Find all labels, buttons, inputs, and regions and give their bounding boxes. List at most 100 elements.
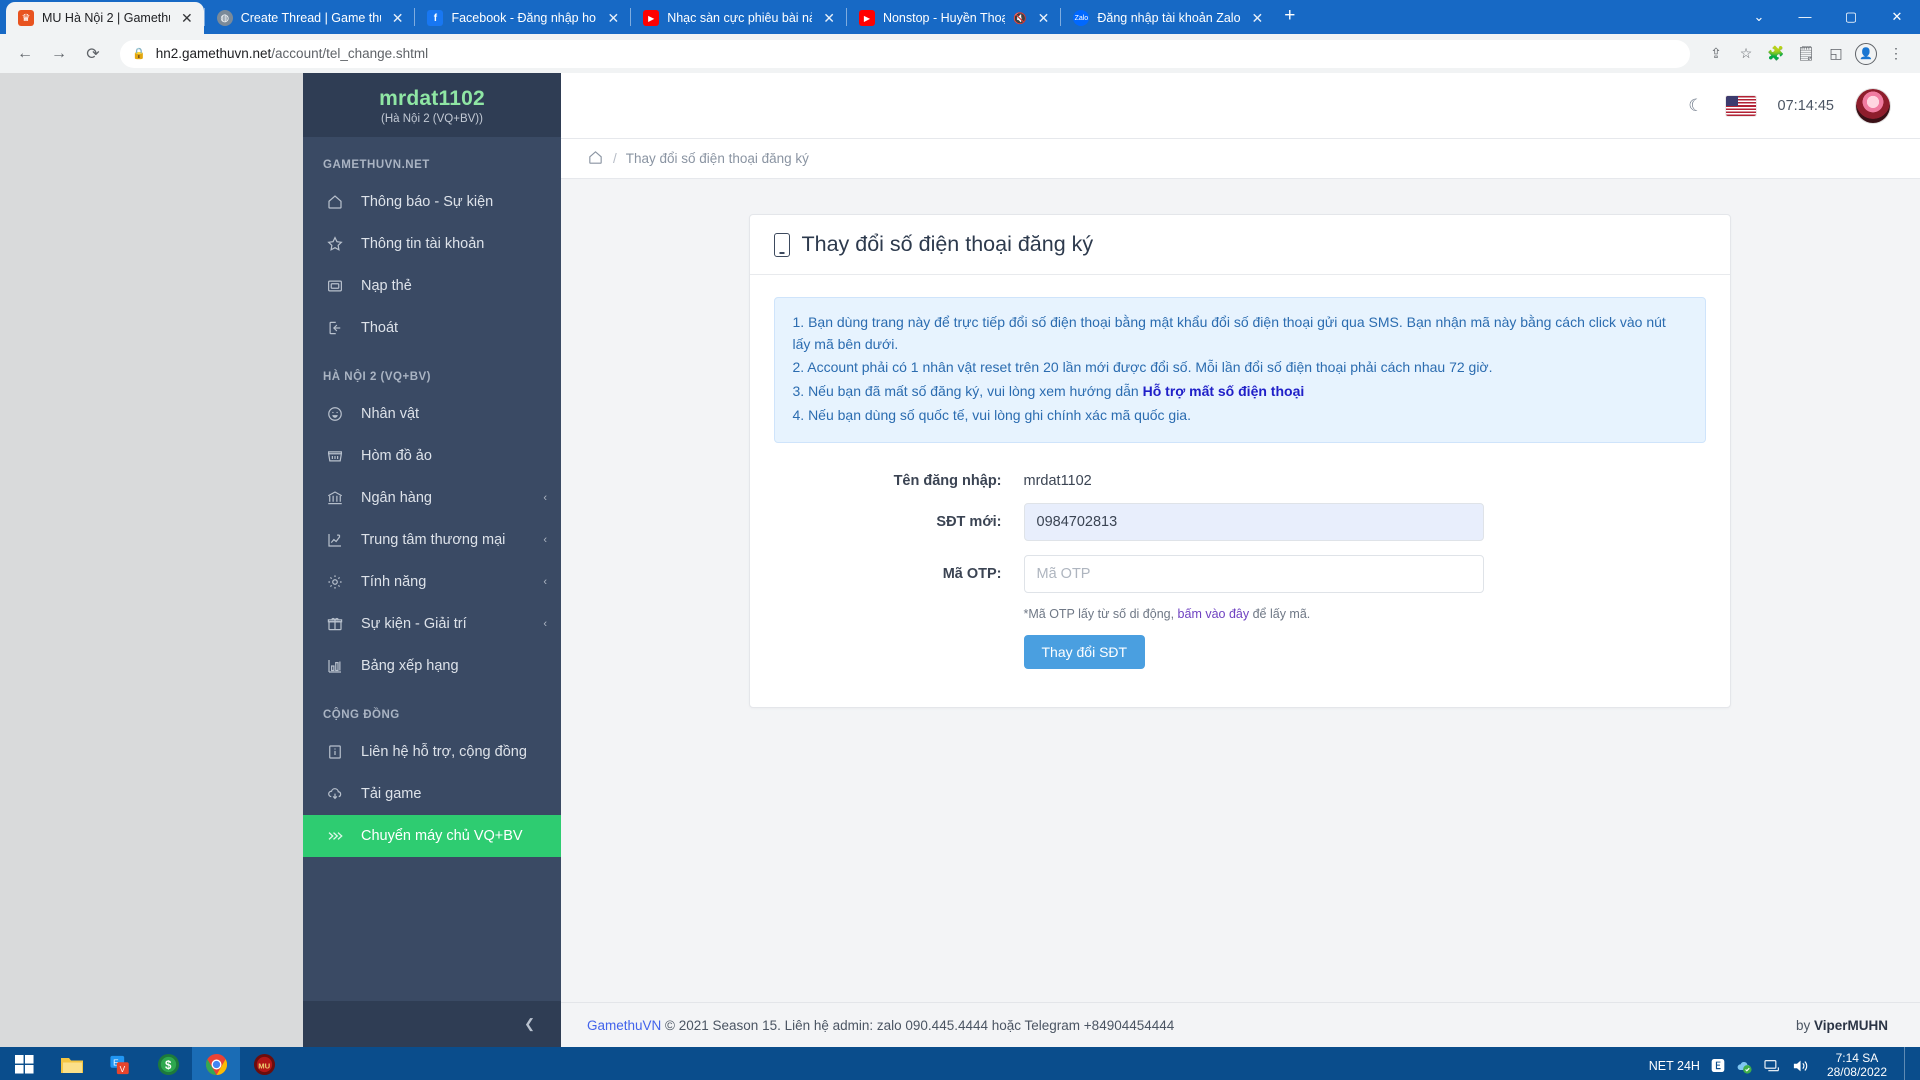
tab-search-chevron-icon[interactable]: ⌄ <box>1736 0 1782 34</box>
usa-flag-icon[interactable] <box>1726 96 1756 116</box>
sidebar-item-tinh-nang[interactable]: Tính năng ‹ <box>303 561 561 603</box>
get-otp-link[interactable]: bấm vào đây <box>1178 607 1250 621</box>
tab-close-button[interactable]: ✕ <box>1249 9 1267 27</box>
footer-brand-link[interactable]: GamethuVN <box>587 1018 661 1033</box>
address-bar[interactable]: 🔒 hn2.gamethuvn.net/account/tel_change.s… <box>120 40 1690 68</box>
lock-icon: 🔒 <box>132 47 146 60</box>
forward-button[interactable]: → <box>44 39 74 69</box>
volume-icon[interactable] <box>1792 1058 1810 1074</box>
reading-list-icon[interactable]: 🗒 <box>1792 40 1820 68</box>
footer-author-name: ViperMUHN <box>1814 1018 1888 1033</box>
ho-tro-mat-so-dien-thoai-link[interactable]: Hỗ trợ mất số điện thoại <box>1143 383 1305 399</box>
tab-close-button[interactable]: ✕ <box>1035 9 1053 27</box>
chart-line-icon <box>325 530 345 550</box>
sidebar-item-nap-the[interactable]: Nạp thẻ <box>303 265 561 307</box>
bank-icon <box>325 488 345 508</box>
avatar[interactable] <box>1856 89 1890 123</box>
profile-avatar-icon[interactable]: 👤 <box>1852 40 1880 68</box>
back-button[interactable]: ← <box>10 39 40 69</box>
sidebar-item-trung-tam-thuong-mai[interactable]: Trung tâm thương mại ‹ <box>303 519 561 561</box>
sidebar-item-su-kien-giai-tri[interactable]: Sự kiện - Giải trí ‹ <box>303 603 561 645</box>
sidebar-section-title: HÀ NỘI 2 (VQ+BV) <box>303 349 561 393</box>
sidebar-item-thoat[interactable]: Thoát <box>303 307 561 349</box>
sidepanel-icon[interactable]: ◱ <box>1822 40 1850 68</box>
sidebar-header: mrdat1102 (Hà Nội 2 (VQ+BV)) <box>303 73 561 137</box>
otp-input[interactable] <box>1024 555 1484 593</box>
sidebar-item-tai-game[interactable]: Tải game <box>303 773 561 815</box>
show-desktop-button[interactable] <box>1904 1047 1912 1080</box>
sidebar-item-bang-xep-hang[interactable]: Bảng xếp hạng <box>303 645 561 687</box>
bar-chart-icon <box>325 656 345 676</box>
browser-tab-4[interactable]: ▶ Nonstop - Huyền Thoại 7x 8x 🔇 ✕ <box>847 2 1060 34</box>
chevron-icon: ‹ <box>543 492 547 504</box>
reload-button[interactable]: ⟳ <box>78 39 108 69</box>
moon-icon[interactable]: ☾ <box>1688 96 1703 116</box>
mu-icon: MU <box>253 1053 276 1079</box>
extensions-puzzle-icon[interactable]: 🧩 <box>1762 40 1790 68</box>
sidebar-item-thong-bao-su-kien[interactable]: Thông báo - Sự kiện <box>303 181 561 223</box>
otp-hint-prefix: *Mã OTP lấy từ số di động, <box>1024 607 1178 621</box>
money-app-button[interactable]: $ <box>144 1047 192 1080</box>
tab-close-button[interactable]: ✕ <box>820 9 838 27</box>
page-viewport: mrdat1102 (Hà Nội 2 (VQ+BV)) GAMETHUVN.N… <box>0 73 1920 1047</box>
taskbar-clock[interactable]: 7:14 SA 28/08/2022 <box>1821 1052 1893 1080</box>
e-icon[interactable]: 🅴 <box>1711 1056 1725 1076</box>
file-explorer-button[interactable] <box>48 1047 96 1080</box>
tab-mute-icon[interactable]: 🔇 <box>1013 12 1027 25</box>
browser-tab-0[interactable]: ♛ MU Hà Nội 2 | GamethuVN.net - ✕ <box>6 2 204 34</box>
sidebar-item-lien-he-ho-tro[interactable]: Liên hệ hỗ trợ, cộng đồng <box>303 731 561 773</box>
chevron-icon: ‹ <box>543 576 547 588</box>
alert-line-4: 4. Nếu bạn dùng số quốc tế, vui lòng ghi… <box>793 405 1687 427</box>
cloud-sync-icon[interactable] <box>1736 1058 1753 1075</box>
browser-tab-2[interactable]: f Facebook - Đăng nhập hoặc đăn ✕ <box>415 2 630 34</box>
otp-hint: *Mã OTP lấy từ số di động, bấm vào đây đ… <box>1024 607 1706 621</box>
sidebar-item-ngan-hang[interactable]: Ngân hàng ‹ <box>303 477 561 519</box>
browser-tab-5[interactable]: Zalo Đăng nhập tài khoản Zalo ✕ <box>1061 2 1274 34</box>
tab-close-button[interactable]: ✕ <box>178 9 196 27</box>
sidebar-username: mrdat1102 <box>313 87 551 111</box>
window-close-button[interactable]: ✕ <box>1874 0 1920 34</box>
network-icon[interactable] <box>1764 1059 1781 1074</box>
bookmark-star-icon[interactable]: ☆ <box>1732 40 1760 68</box>
tab-close-button[interactable]: ✕ <box>604 9 622 27</box>
phone-input[interactable] <box>1024 503 1484 541</box>
window-minimize-button[interactable]: — <box>1782 0 1828 34</box>
smiley-icon <box>325 404 345 424</box>
sidebar-item-chuyen-may-chu[interactable]: Chuyển máy chủ VQ+BV <box>303 815 561 857</box>
tab-close-button[interactable]: ✕ <box>389 9 407 27</box>
card-body: 1. Bạn dùng trang này để trực tiếp đổi s… <box>750 275 1730 707</box>
window-maximize-button[interactable]: ▢ <box>1828 0 1874 34</box>
share-icon[interactable]: ⇪ <box>1702 40 1730 68</box>
tab-strip: ♛ MU Hà Nội 2 | GamethuVN.net - ✕ ◍ Crea… <box>0 0 1920 34</box>
new-tab-button[interactable]: + <box>1274 5 1305 30</box>
unikey-button[interactable]: EV <box>96 1047 144 1080</box>
download-cloud-icon <box>325 784 345 804</box>
start-button[interactable] <box>0 1047 48 1080</box>
chrome-button[interactable] <box>192 1047 240 1080</box>
url-host: hn2.gamethuvn.net <box>156 46 272 61</box>
submit-button[interactable]: Thay đổi SĐT <box>1024 635 1146 669</box>
sidebar-item-hom-do-ao[interactable]: Hòm đồ ảo <box>303 435 561 477</box>
page-content: Thay đổi số điện thoại đăng ký 1. Bạn dù… <box>561 179 1920 1002</box>
home-icon <box>325 192 345 212</box>
chrome-icon <box>205 1053 228 1079</box>
basket-icon <box>325 446 345 466</box>
sidebar-collapse-button[interactable]: ❮ <box>303 1001 561 1047</box>
chrome-menu-icon[interactable]: ⋮ <box>1882 40 1910 68</box>
mu-game-button[interactable]: MU <box>240 1047 288 1080</box>
browser-tab-3[interactable]: ▶ Nhạc sàn cực phiêu bài này chơi ✕ <box>631 2 846 34</box>
home-icon[interactable] <box>587 149 604 169</box>
breadcrumb-current: Thay đổi số điện thoại đăng ký <box>626 151 809 166</box>
card-header: Thay đổi số điện thoại đăng ký <box>750 215 1730 275</box>
svg-text:$: $ <box>165 1060 172 1072</box>
browser-tab-1[interactable]: ◍ Create Thread | Game thủ Việt Na ✕ <box>205 2 415 34</box>
alert-line-2: 2. Account phải có 1 nhân vật reset trên… <box>793 357 1687 379</box>
youtube-icon: ▶ <box>643 10 659 26</box>
sidebar-item-label: Thông báo - Sự kiện <box>361 194 547 210</box>
sidebar-nav: GAMETHUVN.NET Thông báo - Sự kiện Thông … <box>303 137 561 1001</box>
mobile-phone-icon <box>774 233 790 257</box>
sidebar-item-thong-tin-tai-khoan[interactable]: Thông tin tài khoản <box>303 223 561 265</box>
sidebar-item-nhan-vat[interactable]: Nhân vật <box>303 393 561 435</box>
toolbar-icon-group: ⇪ ☆ 🧩 🗒 ◱ 👤 ⋮ <box>1702 40 1910 68</box>
sidebar-item-label: Bảng xếp hạng <box>361 658 547 674</box>
